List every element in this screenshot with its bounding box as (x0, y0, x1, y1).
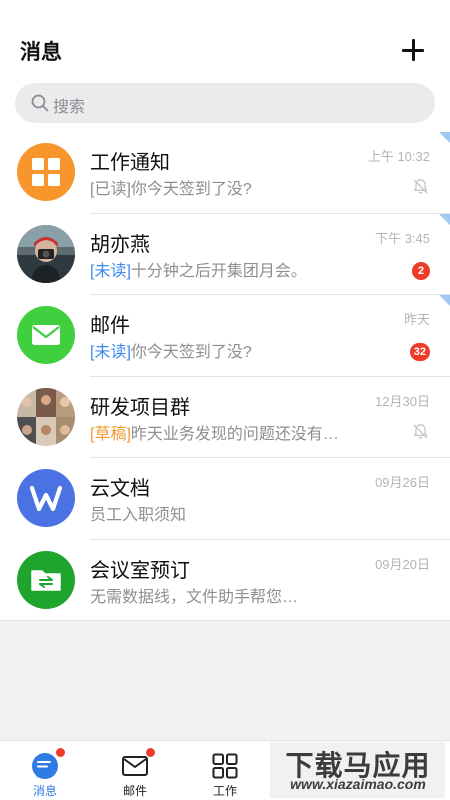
header: 消息 (0, 0, 450, 82)
conversation-row-work-notice[interactable]: 工作通知 上午 10:32 [已读]你今天签到了没? (0, 132, 450, 214)
preview-text: 你今天签到了没? (130, 181, 252, 198)
conversation-name: 云文档 (90, 478, 150, 500)
pinned-corner-mark (439, 213, 450, 225)
unread-count-badge: 32 (409, 343, 430, 361)
conversation-time: 09月26日 (375, 475, 430, 490)
file-transfer-icon (17, 550, 75, 609)
conversation-name: 胡亦燕 (90, 233, 150, 256)
watermark-url: www.xiazaimao.com (290, 776, 426, 792)
conversation-preview: [草稿]昨天业务发现的问题还没有… (90, 420, 339, 444)
watermark: 下载马应用 www.xiazaimao.com (270, 742, 445, 798)
search-bar: 搜索 (0, 82, 450, 132)
preview-text: 员工入职须知 (90, 507, 187, 524)
conversation-preview: [已读]你今天签到了没? (90, 175, 252, 199)
grid-icon (212, 753, 238, 779)
pinned-corner-mark (439, 132, 450, 143)
conversation-row-meeting-room[interactable]: 会议室预订 09月20日 无需数据线，文件助手帮您… (0, 540, 450, 621)
conversation-time: 09月20日 (375, 556, 430, 572)
page-title: 消息 (20, 41, 62, 64)
search-icon (31, 94, 49, 112)
conversation-preview: 员工入职须知 (90, 501, 186, 525)
tab-label: 工作 (212, 784, 237, 798)
conversation-name: 会议室预订 (90, 559, 190, 582)
wps-icon (17, 469, 75, 527)
group-photo-avatar (17, 387, 75, 446)
conversation-row-hu-yiyan[interactable]: 胡亦燕 下午 3:45 [未读]十分钟之后开集团月会。 2 (0, 213, 450, 295)
conversation-name: 研发项目群 (90, 396, 190, 419)
conversation-time: 下午 3:45 (375, 230, 430, 246)
preview-text: 你今天签到了没? (130, 344, 252, 361)
conversation-row-rd-group[interactable]: 研发项目群 12月30日 [草稿]昨天业务发现的问题还没有… (0, 377, 450, 458)
mute-bell-icon (413, 423, 428, 439)
preview-text: 十分钟之后开集团月会。 (130, 262, 307, 280)
conversation-preview: [未读]你今天签到了没? (90, 338, 252, 362)
search-input[interactable]: 搜索 (15, 83, 435, 123)
tab-messages[interactable]: 消息 (0, 741, 90, 800)
mail-icon (17, 306, 75, 364)
tab-mail[interactable]: 邮件 (90, 741, 180, 800)
unread-count-badge: 2 (412, 261, 430, 280)
tab-label: 消息 (32, 784, 57, 798)
read-tag: [已读] (90, 181, 131, 198)
unread-tag: [未读] (90, 344, 131, 361)
conversation-list: 工作通知 上午 10:32 [已读]你今天签到了没? 胡亦燕 下午 3:45 [… (0, 132, 450, 621)
mail-icon (122, 756, 148, 776)
notification-dot (146, 748, 155, 757)
conversation-name: 邮件 (90, 315, 130, 337)
chat-bubble-icon (32, 753, 58, 779)
conversation-preview: 无需数据线，文件助手帮您… (90, 583, 298, 607)
conversation-row-cloud-docs[interactable]: 云文档 09月26日 员工入职须知 (0, 458, 450, 540)
grid-app-icon (17, 143, 75, 201)
tab-work[interactable]: 工作 (180, 741, 270, 800)
search-placeholder: 搜索 (53, 99, 86, 116)
tab-label: 邮件 (122, 784, 147, 798)
preview-text: 昨天业务发现的问题还没有… (130, 425, 339, 443)
unread-tag: [未读] (90, 262, 131, 280)
conversation-time: 12月30日 (375, 393, 430, 409)
notification-dot (56, 748, 65, 757)
mute-bell-icon (413, 179, 428, 194)
draft-tag: [草稿] (90, 425, 131, 443)
user-photo-avatar (17, 224, 75, 283)
pinned-corner-mark (439, 295, 450, 306)
conversation-name: 工作通知 (90, 152, 170, 174)
conversation-time: 昨天 (403, 312, 430, 327)
row-divider (0, 620, 450, 621)
preview-text: 无需数据线，文件助手帮您… (90, 588, 299, 606)
conversation-time: 上午 10:32 (367, 149, 430, 164)
plus-icon[interactable] (400, 38, 426, 64)
conversation-row-mail[interactable]: 邮件 昨天 [未读]你今天签到了没? 32 (0, 295, 450, 377)
conversation-preview: [未读]十分钟之后开集团月会。 (90, 257, 307, 281)
